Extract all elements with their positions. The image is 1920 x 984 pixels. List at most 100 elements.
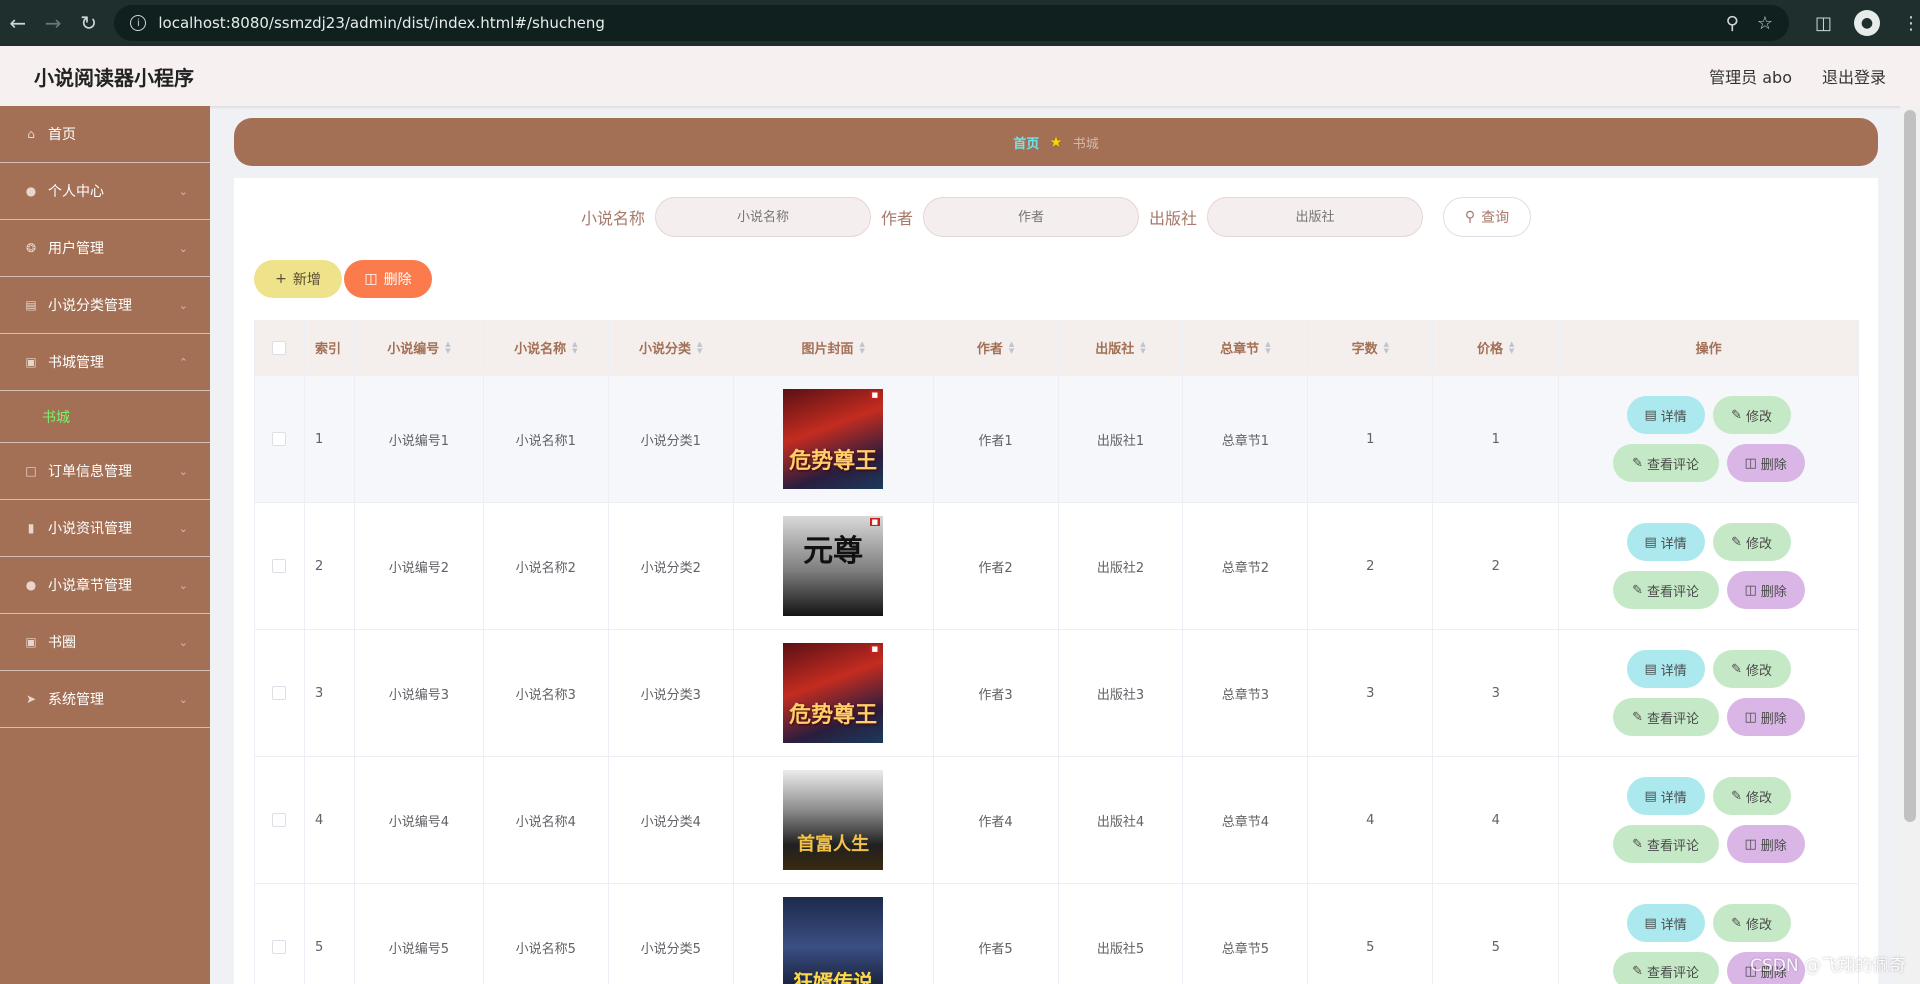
header-cover[interactable]: 图片封面 ▲ ▼	[734, 320, 934, 375]
logout-link[interactable]: 退出登录	[1822, 64, 1886, 88]
forward-arrow-icon[interactable]: →	[35, 5, 70, 41]
profile-icon[interactable]: ●	[1854, 10, 1880, 36]
detail-label: 详情	[1660, 790, 1687, 806]
view-comments-button[interactable]: ✎ 查看评论	[1612, 698, 1719, 736]
breadcrumb: 首页 ★ 书城	[234, 118, 1878, 166]
site-info-icon[interactable]: i	[130, 15, 147, 31]
cell-publisher: 出版社5	[1059, 884, 1184, 984]
comment-label: 查看评论	[1647, 711, 1700, 727]
row-checkbox[interactable]	[272, 940, 287, 954]
sidebar-item-chapters[interactable]: ● 小说章节管理 ⌄	[0, 557, 210, 614]
cell-cover: ■ 元尊	[734, 503, 934, 629]
sort-icon[interactable]: ▲ ▼	[1265, 340, 1270, 355]
detail-button[interactable]: ▤ 详情	[1626, 777, 1705, 815]
header-chapters[interactable]: 总章节 ▲ ▼	[1183, 320, 1309, 375]
reload-icon[interactable]: ↻	[71, 5, 106, 41]
sidebar-item-news[interactable]: ▮ 小说资讯管理 ⌄	[0, 500, 210, 557]
browser-menu-icon[interactable]: ⋮	[1902, 13, 1920, 34]
detail-label: 详情	[1660, 409, 1687, 425]
book-cover-image[interactable]: ■ 元尊	[783, 516, 884, 616]
row-checkbox[interactable]	[272, 686, 287, 700]
detail-button[interactable]: ▤ 详情	[1626, 650, 1705, 688]
sort-icon[interactable]: ▲ ▼	[1140, 340, 1145, 355]
scrollbar-thumb[interactable]	[1904, 110, 1916, 822]
author-search-label: 作者	[880, 209, 913, 228]
publisher-search-input[interactable]	[1207, 197, 1424, 237]
header-publisher[interactable]: 出版社 ▲ ▼	[1059, 320, 1184, 375]
back-arrow-icon[interactable]: ←	[0, 5, 35, 41]
delete-button[interactable]: ◫ 删除	[1726, 825, 1805, 863]
sidebar-item-bookstore[interactable]: ▣ 书城管理 ⌃	[0, 334, 210, 391]
author-search-input[interactable]	[923, 197, 1139, 237]
delete-button[interactable]: ◫ 删除	[1726, 571, 1805, 609]
delete-button[interactable]: ◫ 删除	[1726, 444, 1805, 482]
document-icon: ▤	[1644, 915, 1657, 931]
view-comments-button[interactable]: ✎ 查看评论	[1612, 825, 1719, 863]
edit-button[interactable]: ✎ 修改	[1712, 904, 1791, 942]
name-search-input[interactable]	[654, 197, 871, 237]
breadcrumb-home[interactable]: 首页	[1013, 133, 1039, 152]
sidebar-item-category[interactable]: ▤ 小说分类管理 ⌄	[0, 277, 210, 334]
cell-chapters: 总章节4	[1183, 757, 1309, 883]
detail-button[interactable]: ▤ 详情	[1626, 396, 1705, 434]
sort-icon[interactable]: ▲ ▼	[859, 340, 864, 355]
header-author[interactable]: 作者 ▲ ▼	[934, 320, 1059, 375]
row-checkbox[interactable]	[272, 432, 287, 446]
sidebar-item-profile[interactable]: ● 个人中心 ⌄	[0, 163, 210, 220]
url-text[interactable]: localhost:8080/ssmzdj23/admin/dist/index…	[158, 14, 1725, 32]
view-comments-button[interactable]: ✎ 查看评论	[1612, 571, 1719, 609]
delete-button[interactable]: ◫ 删除	[1726, 698, 1805, 736]
view-comments-button[interactable]: ✎ 查看评论	[1612, 952, 1719, 984]
trash-icon: ◫	[1744, 836, 1757, 852]
sort-icon[interactable]: ▲ ▼	[1009, 340, 1014, 355]
sort-icon[interactable]: ▲ ▼	[1509, 340, 1514, 355]
page-scrollbar[interactable]	[1900, 106, 1920, 984]
batch-delete-button[interactable]: ◫ 删除	[344, 260, 432, 298]
query-button[interactable]: ⚲ 查询	[1443, 197, 1532, 237]
cell-index: 3	[305, 630, 355, 756]
trash-icon: ◫	[1744, 709, 1757, 725]
cell-author: 作者1	[934, 376, 1059, 502]
sidebar-item-users[interactable]: ❂ 用户管理 ⌄	[0, 220, 210, 277]
bookmark-star-icon[interactable]: ☆	[1757, 13, 1773, 34]
sidebar-item-home[interactable]: ⌂ 首页	[0, 106, 210, 163]
detail-button[interactable]: ▤ 详情	[1626, 904, 1705, 942]
sidebar-item-system[interactable]: ➤ 系统管理 ⌄	[0, 671, 210, 728]
sort-icon[interactable]: ▲ ▼	[1384, 340, 1389, 355]
sort-icon[interactable]: ▲ ▼	[572, 340, 577, 355]
book-cover-image[interactable]: 狂婿传说	[783, 897, 884, 984]
address-bar[interactable]: i localhost:8080/ssmzdj23/admin/dist/ind…	[114, 5, 1789, 41]
book-cover-image[interactable]: ■ 危势尊王	[783, 389, 884, 489]
header-price[interactable]: 价格 ▲ ▼	[1433, 320, 1560, 375]
pencil-icon: ✎	[1632, 709, 1644, 725]
header-words[interactable]: 字数 ▲ ▼	[1308, 320, 1434, 375]
book-cover-image[interactable]: 首富人生	[783, 770, 884, 870]
extensions-icon[interactable]: ◫	[1815, 13, 1832, 34]
edit-button[interactable]: ✎ 修改	[1712, 777, 1791, 815]
detail-button[interactable]: ▤ 详情	[1626, 523, 1705, 561]
sort-icon[interactable]: ▲ ▼	[445, 340, 450, 355]
app-title: 小说阅读器小程序	[34, 65, 194, 90]
row-checkbox[interactable]	[272, 559, 287, 573]
comment-label: 查看评论	[1647, 965, 1700, 981]
select-all-checkbox[interactable]	[272, 340, 287, 355]
edit-button[interactable]: ✎ 修改	[1712, 396, 1791, 434]
edit-button[interactable]: ✎ 修改	[1712, 650, 1791, 688]
password-key-icon[interactable]: ⚲	[1726, 13, 1739, 34]
cell-author: 作者4	[934, 757, 1059, 883]
sidebar-item-circle[interactable]: ▣ 书圈 ⌄	[0, 614, 210, 671]
cell-no: 小说编号3	[355, 630, 484, 756]
header-no[interactable]: 小说编号 ▲ ▼	[355, 320, 484, 375]
add-button[interactable]: + 新增	[254, 260, 342, 298]
view-comments-button[interactable]: ✎ 查看评论	[1612, 444, 1719, 482]
name-search-label: 小说名称	[580, 209, 645, 228]
sidebar-subitem-bookstore[interactable]: 书城	[0, 391, 210, 443]
cell-no: 小说编号5	[355, 884, 484, 984]
header-category[interactable]: 小说分类 ▲ ▼	[609, 320, 734, 375]
sidebar-item-orders[interactable]: □ 订单信息管理 ⌄	[0, 443, 210, 500]
edit-button[interactable]: ✎ 修改	[1712, 523, 1791, 561]
sort-icon[interactable]: ▲ ▼	[697, 340, 702, 355]
row-checkbox[interactable]	[272, 813, 287, 827]
book-cover-image[interactable]: ■ 危势尊王	[783, 643, 884, 743]
header-name[interactable]: 小说名称 ▲ ▼	[484, 320, 609, 375]
